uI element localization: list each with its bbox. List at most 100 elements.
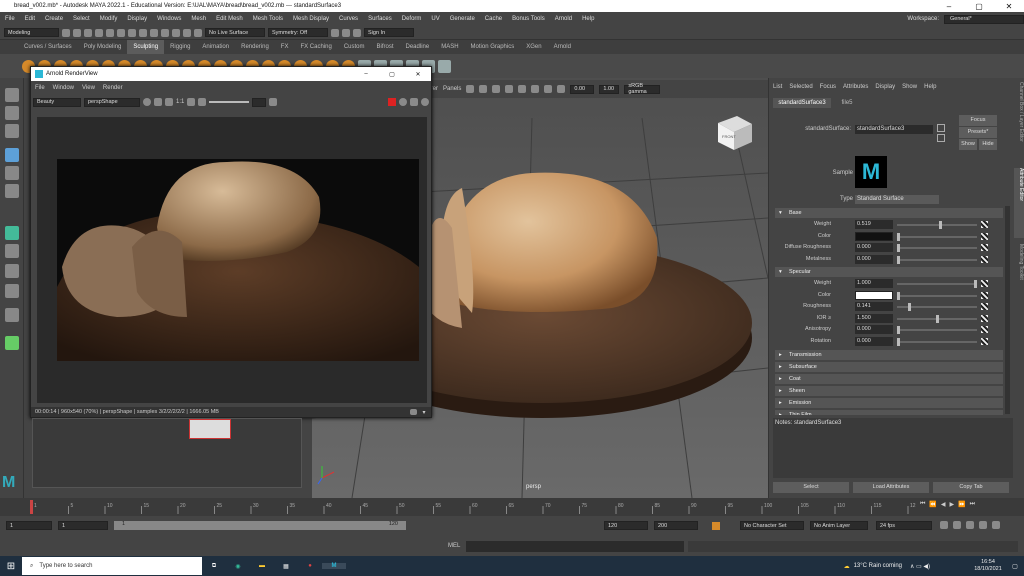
spec-slider[interactable] bbox=[897, 314, 977, 323]
base-slider-knob[interactable] bbox=[897, 255, 900, 264]
maya-taskbar-icon[interactable]: M bbox=[322, 563, 346, 569]
attr-menu-focus[interactable]: Focus bbox=[820, 84, 836, 90]
time-slider[interactable]: 1 5 10 15 20 25 30 35 40 45 50 55 60 65 70 75 80 85 90 95 10… bbox=[0, 498, 1024, 516]
stop-render-icon[interactable] bbox=[388, 98, 396, 106]
rv-menu-view[interactable]: View bbox=[82, 85, 95, 91]
base-slider[interactable] bbox=[897, 244, 977, 252]
rv-menu-window[interactable]: Window bbox=[53, 85, 74, 91]
settings-icon[interactable] bbox=[438, 59, 451, 73]
textured-icon[interactable] bbox=[492, 85, 501, 93]
menu-deform[interactable]: Deform bbox=[397, 16, 427, 22]
section-specular[interactable]: Specular bbox=[775, 267, 1003, 277]
save-image-icon[interactable] bbox=[410, 409, 417, 415]
menu-create[interactable]: Create bbox=[40, 16, 68, 22]
redo-icon[interactable] bbox=[106, 28, 114, 37]
select-component-icon[interactable] bbox=[139, 28, 147, 37]
select-object-icon[interactable] bbox=[128, 28, 136, 37]
layout-stack-icon[interactable] bbox=[5, 284, 19, 298]
spec-map-icon[interactable] bbox=[981, 291, 988, 299]
camera-select[interactable]: perspShape bbox=[84, 97, 140, 107]
symmetry-select[interactable]: Symmetry: Off bbox=[268, 28, 328, 37]
spec-value-field[interactable]: 0.000 bbox=[855, 336, 893, 346]
base-slider-knob[interactable] bbox=[939, 221, 943, 229]
spec-slider-knob[interactable] bbox=[935, 314, 939, 323]
keys-icon[interactable] bbox=[979, 521, 987, 529]
snap-surface-icon[interactable] bbox=[194, 28, 202, 37]
snap-grid-icon[interactable] bbox=[150, 28, 158, 37]
menu-display[interactable]: Display bbox=[122, 16, 152, 22]
smooth-shade-icon[interactable] bbox=[479, 85, 488, 93]
menu-help[interactable]: Help bbox=[577, 16, 599, 22]
spec-slider[interactable] bbox=[897, 303, 977, 311]
select-hierarchy-icon[interactable] bbox=[117, 28, 125, 37]
file-explorer-icon[interactable]: ▬ bbox=[250, 563, 274, 569]
step-forward-icon[interactable]: ⏩ bbox=[958, 501, 965, 508]
section-emission[interactable]: Emission bbox=[775, 398, 1003, 408]
prefs-icon[interactable] bbox=[966, 521, 974, 529]
focus-button[interactable]: Focus bbox=[959, 115, 997, 126]
minimize-icon[interactable]: – bbox=[934, 2, 964, 11]
region-icon[interactable] bbox=[187, 98, 196, 106]
side-tab-attribute-editor[interactable]: Attribute Editor bbox=[1014, 168, 1024, 238]
snapshot-icon[interactable] bbox=[410, 98, 418, 106]
spec-slider-knob[interactable] bbox=[907, 303, 911, 311]
menu-edit-mesh[interactable]: Edit Mesh bbox=[211, 16, 248, 22]
base-value-field[interactable]: 0.519 bbox=[855, 220, 893, 229]
attr-menu-help[interactable]: Help bbox=[924, 84, 936, 90]
base-slider[interactable] bbox=[897, 232, 977, 241]
maximize-icon[interactable]: ▢ bbox=[964, 2, 994, 11]
base-slider-knob[interactable] bbox=[897, 244, 900, 252]
store-icon[interactable]: ▦ bbox=[274, 563, 298, 570]
gamma-field[interactable]: 1.00 bbox=[599, 84, 620, 94]
weather-text[interactable]: 13°C Rain coming bbox=[854, 563, 902, 569]
loop-icon[interactable] bbox=[940, 521, 948, 529]
rgb-icon[interactable] bbox=[154, 98, 162, 106]
shelf-tab-motion-graphics[interactable]: Motion Graphics bbox=[465, 40, 521, 54]
type-select[interactable]: Standard Surface bbox=[855, 195, 939, 204]
sign-in-button[interactable]: Sign In bbox=[364, 28, 414, 37]
attr-menu-display[interactable]: Display bbox=[875, 84, 895, 90]
section-base[interactable]: Base bbox=[775, 208, 1003, 218]
section-coat[interactable]: Coat bbox=[775, 374, 1003, 384]
presets-button[interactable]: Presets* bbox=[959, 127, 997, 138]
shelf-tab-deadline[interactable]: Deadline bbox=[400, 40, 436, 54]
base-map-icon[interactable] bbox=[981, 255, 988, 263]
shelf-tab-animation[interactable]: Animation bbox=[196, 40, 235, 54]
search-icon[interactable] bbox=[5, 336, 19, 350]
tray-icons[interactable]: ∧ ▭ ◀) bbox=[910, 563, 970, 570]
attr-menu-list[interactable]: List bbox=[773, 84, 782, 90]
move-tool-icon[interactable] bbox=[5, 148, 19, 162]
section-transmission[interactable]: Transmission bbox=[775, 350, 1003, 360]
spec-map-icon[interactable] bbox=[981, 337, 988, 345]
spec-map-icon[interactable] bbox=[981, 314, 988, 322]
attr-menu-show[interactable]: Show bbox=[902, 84, 917, 90]
shader-node[interactable] bbox=[189, 419, 231, 439]
menu-uv[interactable]: UV bbox=[426, 16, 444, 22]
chrome-icon[interactable]: ● bbox=[298, 563, 322, 569]
spec-map-icon[interactable] bbox=[981, 303, 988, 310]
hide-button[interactable]: Hide bbox=[979, 139, 997, 150]
mel-label[interactable]: MEL bbox=[448, 543, 466, 549]
spec-slider-knob[interactable] bbox=[897, 337, 900, 346]
render-canvas[interactable] bbox=[37, 117, 427, 403]
menu-mesh-tools[interactable]: Mesh Tools bbox=[248, 16, 288, 22]
snap-curve-icon[interactable] bbox=[161, 28, 169, 37]
load-attributes-button[interactable]: Load Attributes bbox=[853, 482, 929, 493]
rv-menu-render[interactable]: Render bbox=[103, 85, 123, 91]
menu-arnold[interactable]: Arnold bbox=[550, 16, 577, 22]
shelf-tab-curves-surfaces[interactable]: Curves / Surfaces bbox=[18, 40, 78, 54]
lighting-icon[interactable] bbox=[505, 85, 514, 93]
select-tool-icon[interactable] bbox=[5, 88, 19, 102]
attr-menu-attributes[interactable]: Attributes bbox=[843, 84, 868, 90]
wireframe-icon[interactable] bbox=[466, 85, 475, 93]
render-settings-icon[interactable] bbox=[353, 28, 361, 37]
lasso-tool-icon[interactable] bbox=[5, 106, 19, 120]
task-view-icon[interactable]: ⧉ bbox=[202, 563, 226, 570]
workspace-select[interactable]: General* bbox=[944, 14, 1024, 24]
shelf-tab-fx[interactable]: FX bbox=[275, 40, 295, 54]
base-slider[interactable] bbox=[897, 255, 977, 264]
layout-four-icon[interactable] bbox=[5, 244, 19, 258]
rotate-tool-icon[interactable] bbox=[5, 166, 19, 180]
notifications-icon[interactable]: ▢ bbox=[1006, 563, 1024, 570]
hypershade-panel[interactable] bbox=[32, 418, 302, 488]
